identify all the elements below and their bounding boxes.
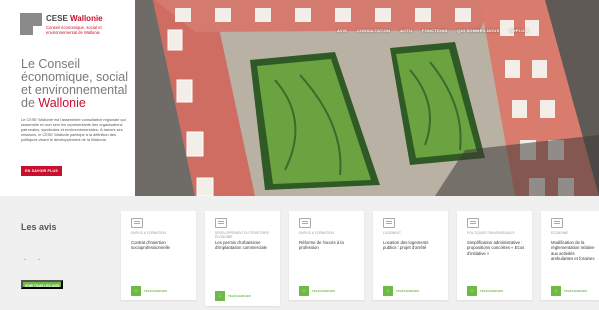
site-logo[interactable]: CESE Wallonie Conseil économique, social… bbox=[20, 13, 130, 53]
download-icon: ↓ bbox=[299, 286, 309, 296]
hero-description: Le CESE Wallonie est l'assemblée consult… bbox=[21, 117, 126, 142]
logo-name-prefix: CESE bbox=[46, 14, 68, 23]
card-title: Contrat d'insertion socioprofessionnelle bbox=[131, 240, 170, 251]
nav-item-actu[interactable]: ACTU bbox=[400, 28, 412, 33]
download-label: TÉLÉCHARGER bbox=[396, 289, 419, 293]
download-label: TÉLÉCHARGER bbox=[312, 289, 335, 293]
card-category: EMPLOI & FORMATION bbox=[131, 231, 166, 235]
download-label: TÉLÉCHARGER bbox=[144, 289, 167, 293]
card-title: Réforme de l'accès à la profession bbox=[299, 240, 344, 251]
download-link[interactable]: ↓ TÉLÉCHARGER bbox=[551, 286, 587, 296]
arrow-left-icon[interactable]: ← bbox=[23, 256, 28, 262]
download-link[interactable]: ↓ TÉLÉCHARGER bbox=[299, 286, 335, 296]
card-category: DÉVELOPPEMENT DU TERRITOIRE · ÉCONOMIE bbox=[215, 231, 271, 239]
hero-photo: AVIS CONSULTATION ACTU FONCTIONS QUI SOM… bbox=[135, 0, 599, 196]
hero-title: Le Conseil économique, social et environ… bbox=[21, 58, 136, 110]
avis-section: Les avis ← → VOIR TOUS LES AVIS EMPLOI &… bbox=[0, 196, 599, 310]
nav-item-qui-sommes-nous[interactable]: QUI SOMMES-NOUS bbox=[457, 28, 499, 33]
document-icon bbox=[467, 218, 479, 228]
logo-tagline: Conseil économique, social et environnem… bbox=[46, 25, 102, 35]
download-link[interactable]: ↓ TÉLÉCHARGER bbox=[383, 286, 419, 296]
document-icon bbox=[551, 218, 563, 228]
document-icon bbox=[299, 218, 311, 228]
card-title: Modification de la réglementation relati… bbox=[551, 240, 595, 262]
download-icon: ↓ bbox=[215, 291, 225, 301]
avis-card[interactable]: ÉCONOMIE Modification de la réglementati… bbox=[541, 211, 599, 300]
card-title: Les permis d'urbanisme d'implantation co… bbox=[215, 240, 267, 251]
download-icon: ↓ bbox=[383, 286, 393, 296]
nav-item-avis[interactable]: AVIS bbox=[337, 28, 347, 33]
hero-title-accent: Wallonie bbox=[38, 96, 86, 110]
download-label: TÉLÉCHARGER bbox=[228, 294, 251, 298]
download-link[interactable]: ↓ TÉLÉCHARGER bbox=[131, 286, 167, 296]
avis-card[interactable]: LOGEMENT Location des logements publics … bbox=[373, 211, 448, 300]
document-icon bbox=[131, 218, 143, 228]
download-icon: ↓ bbox=[467, 286, 477, 296]
avis-card[interactable]: POLITIQUES TRANSVERSALES Simplification … bbox=[457, 211, 532, 300]
arrow-right-icon[interactable]: → bbox=[36, 256, 41, 262]
main-nav: AVIS CONSULTATION ACTU FONCTIONS QUI SOM… bbox=[337, 28, 529, 33]
nav-item-fonctions[interactable]: FONCTIONS bbox=[422, 28, 447, 33]
document-icon bbox=[383, 218, 395, 228]
download-icon: ↓ bbox=[551, 286, 561, 296]
card-category: ÉCONOMIE bbox=[551, 231, 569, 235]
avis-card[interactable]: DÉVELOPPEMENT DU TERRITOIRE · ÉCONOMIE L… bbox=[205, 211, 280, 306]
avis-card[interactable]: EMPLOI & FORMATION Contrat d'insertion s… bbox=[121, 211, 196, 300]
avis-card[interactable]: EMPLOI & FORMATION Réforme de l'accès à … bbox=[289, 211, 364, 300]
card-category: LOGEMENT bbox=[383, 231, 401, 235]
all-avis-button[interactable]: VOIR TOUS LES AVIS bbox=[21, 280, 63, 289]
learn-more-button[interactable]: EN SAVOIR PLUS bbox=[21, 166, 62, 176]
avis-title: Les avis bbox=[21, 222, 57, 232]
download-label: TÉLÉCHARGER bbox=[564, 289, 587, 293]
download-icon: ↓ bbox=[131, 286, 141, 296]
card-title: Simplification administrative : proposit… bbox=[467, 240, 525, 256]
logo-name: CESE Wallonie bbox=[46, 14, 103, 23]
hero-intro-panel: CESE Wallonie Conseil économique, social… bbox=[0, 0, 135, 196]
nav-item-emplois[interactable]: EMPLOIS bbox=[509, 28, 528, 33]
logo-mark-icon bbox=[20, 13, 42, 35]
logo-name-accent: Wallonie bbox=[70, 14, 103, 23]
download-label: TÉLÉCHARGER bbox=[480, 289, 503, 293]
download-link[interactable]: ↓ TÉLÉCHARGER bbox=[467, 286, 503, 296]
card-category: POLITIQUES TRANSVERSALES bbox=[467, 231, 515, 235]
hero-section: CESE Wallonie Conseil économique, social… bbox=[0, 0, 599, 196]
nav-item-consultation[interactable]: CONSULTATION bbox=[357, 28, 390, 33]
card-title: Location des logements publics : projet … bbox=[383, 240, 429, 251]
carousel-arrows: ← → bbox=[23, 256, 41, 262]
download-link[interactable]: ↓ TÉLÉCHARGER bbox=[215, 291, 251, 301]
card-category: EMPLOI & FORMATION bbox=[299, 231, 334, 235]
document-icon bbox=[215, 218, 227, 228]
